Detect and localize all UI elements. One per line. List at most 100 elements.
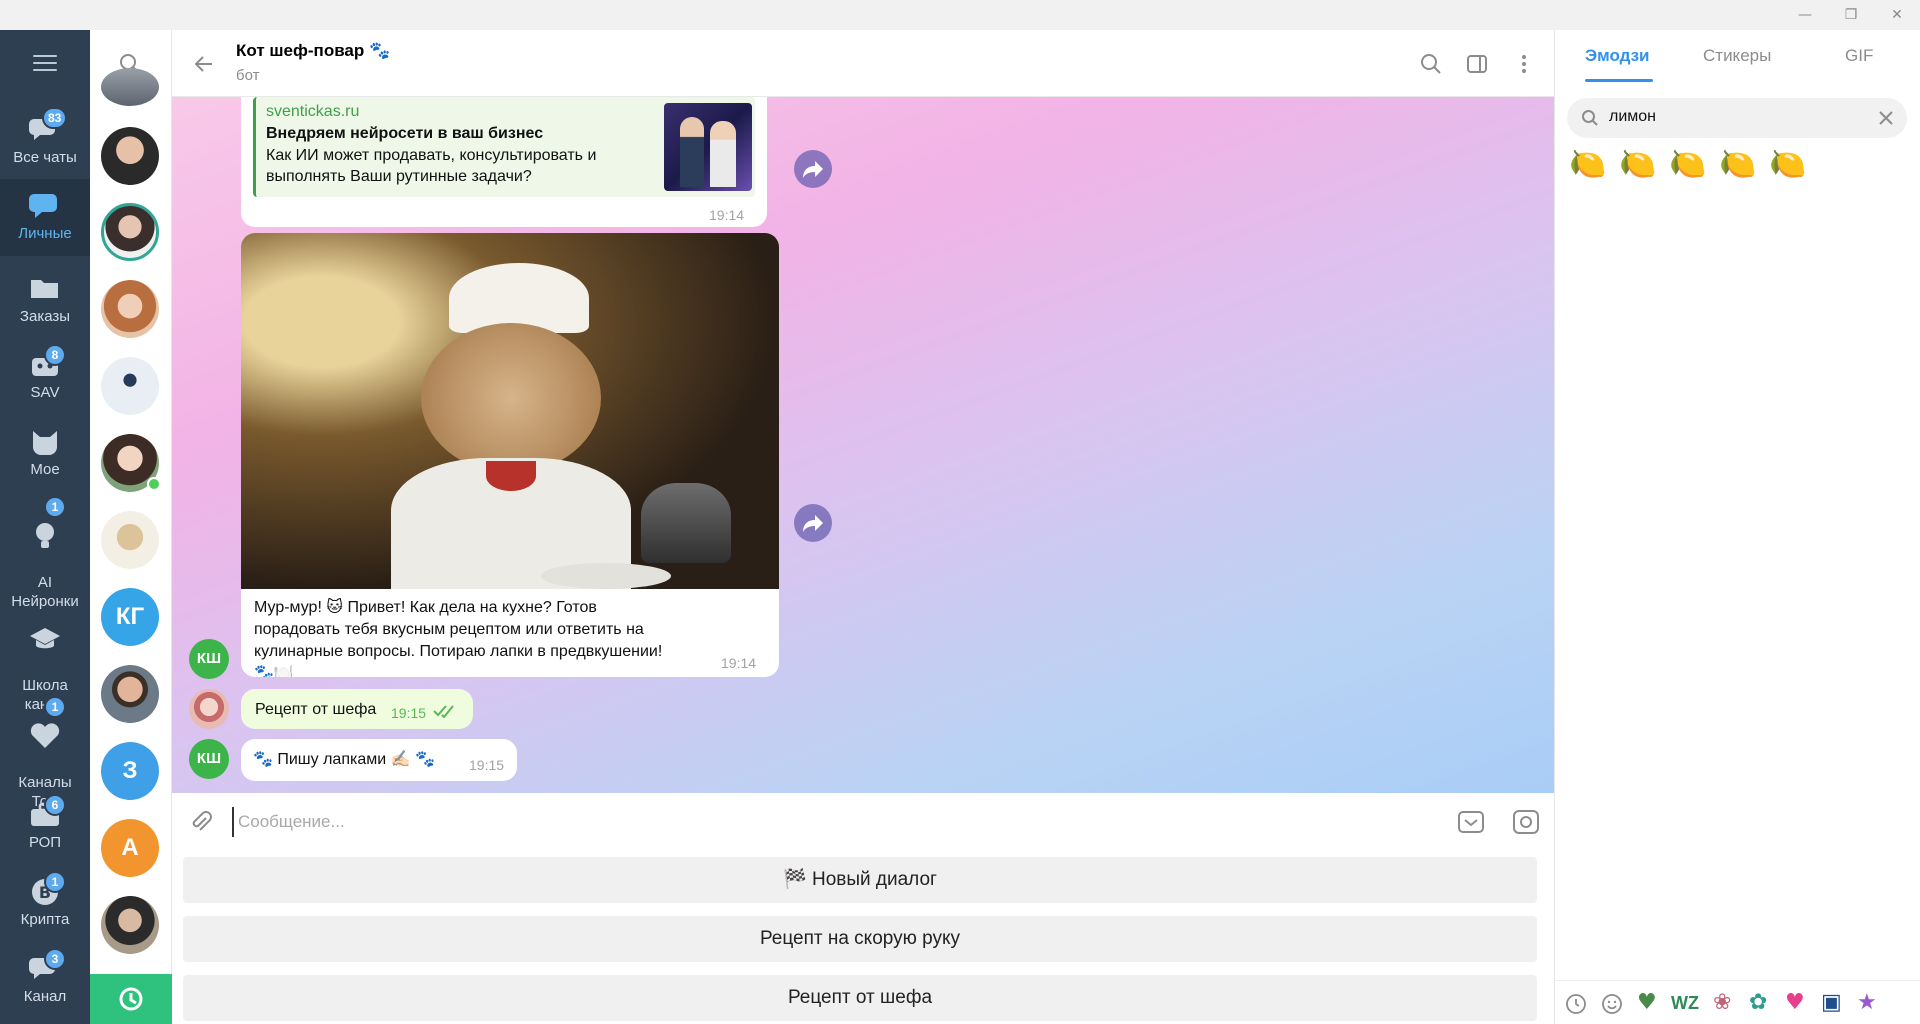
sticker-pack-icon[interactable]: ★ (1857, 991, 1877, 1015)
emoji-search-value[interactable]: лимон (1609, 108, 1656, 126)
chat-avatar-selected[interactable] (101, 203, 159, 261)
chat-title[interactable]: Кот шеф-повар 🐾 (236, 41, 390, 61)
folder-label: SAV (30, 384, 60, 401)
unread-badge: 83 (42, 107, 68, 129)
bot-avatar[interactable]: КШ (189, 739, 229, 779)
unread-badge: 8 (44, 344, 66, 366)
message-time: 19:15 (391, 705, 427, 721)
cat-head-shape (421, 323, 601, 473)
unread-badge: 6 (44, 794, 66, 816)
emoji-search-field[interactable]: лимон (1567, 98, 1907, 138)
folder-ai[interactable]: AI Нейронки 1 (0, 490, 90, 610)
unread-badge: 3 (44, 948, 66, 970)
preview-description: Как ИИ может продавать, консультировать … (266, 147, 597, 185)
quick-recipe-button[interactable]: Рецепт на скорую руку (183, 916, 1537, 962)
search-in-chat-icon[interactable] (1419, 52, 1443, 76)
refresh-icon (119, 987, 143, 1011)
folder-school[interactable]: Школа канал (0, 593, 90, 713)
forward-button[interactable] (794, 150, 832, 188)
chat-list: КГ З А (90, 30, 172, 1024)
close-window-button[interactable]: ✕ (1874, 0, 1920, 30)
message-input[interactable] (232, 807, 1412, 837)
emoji-result[interactable]: 🍋 (1719, 145, 1756, 185)
emoji-result[interactable]: 🍋 (1619, 145, 1656, 185)
tab-stickers[interactable]: Стикеры (1703, 46, 1771, 66)
unread-badge: 1 (44, 696, 66, 718)
chat-avatar[interactable] (101, 665, 159, 723)
forward-button[interactable] (794, 504, 832, 542)
folder-label: Мое (30, 461, 60, 478)
video-message-icon[interactable] (1512, 808, 1540, 836)
incoming-message: 🐾 Пишу лапками ✍🏻 🐾 19:15 (241, 739, 517, 781)
thumbnail-person (680, 117, 704, 187)
new-dialog-button[interactable]: 🏁 Новый диалог (183, 857, 1537, 903)
emoji-categories-bar: ♥ WZ ❀ ✿ ♥ ▣ ★ (1555, 980, 1920, 1024)
bot-keyboard: 🏁 Новый диалог Рецепт на скорую руку Рец… (172, 851, 1554, 1024)
bot-keyboard-icon[interactable] (1457, 808, 1485, 836)
chat-avatar[interactable] (101, 68, 159, 106)
smile-icon[interactable] (1601, 993, 1623, 1015)
chat-avatar[interactable] (101, 357, 159, 415)
my-avatar[interactable] (189, 689, 229, 729)
chat-avatar[interactable] (101, 511, 159, 569)
folder-channels-tom[interactable]: Каналы Том 1 (0, 690, 90, 810)
thumbnail-person (710, 121, 736, 187)
window-titlebar: — ❐ ✕ (0, 0, 1920, 30)
photo-message: Мур-мур! 🐱 Привет! Как дела на кухне? Го… (241, 233, 779, 677)
chat-avatar[interactable] (101, 127, 159, 185)
folder-label: Заказы (19, 308, 71, 325)
chat-avatar[interactable] (101, 896, 159, 954)
chat-avatar-z[interactable]: З (101, 742, 159, 800)
bot-avatar[interactable]: КШ (189, 639, 229, 679)
plate-shape (541, 563, 671, 589)
clear-search-icon[interactable] (1879, 111, 1893, 125)
online-indicator (147, 477, 161, 491)
chat-avatar-a[interactable]: А (101, 819, 159, 877)
folder-rop[interactable]: РОП 6 (0, 788, 90, 863)
attach-icon[interactable] (188, 809, 214, 835)
chat-avatar[interactable] (101, 280, 159, 338)
chef-recipe-button[interactable]: Рецепт от шефа (183, 975, 1537, 1021)
sidebar-toggle-icon[interactable] (1465, 52, 1489, 76)
chat-messages[interactable]: sventickas.ru Внедряем нейросети в ваш б… (172, 97, 1554, 793)
message-composer (172, 793, 1554, 851)
chef-cat-photo[interactable] (241, 233, 779, 589)
sticker-pack-icon[interactable]: ♥ (1637, 991, 1657, 1015)
restore-button[interactable]: ❐ (1828, 0, 1874, 30)
sticker-pack-icon[interactable]: ✿ (1749, 991, 1767, 1015)
folder-sav[interactable]: SAV 8 (0, 338, 90, 410)
tab-emoji[interactable]: Эмодзи (1585, 46, 1650, 66)
chat-avatar-kg[interactable]: КГ (101, 588, 159, 646)
preview-title: Внедряем нейросети в ваш бизнес (266, 125, 544, 142)
heart-icon (30, 723, 60, 748)
folder-all-chats[interactable]: Все чаты 83 (0, 103, 90, 179)
minimize-button[interactable]: — (1782, 0, 1828, 30)
sticker-pack-icon[interactable]: ❀ (1713, 991, 1731, 1015)
recent-icon[interactable] (1565, 993, 1587, 1015)
folder-orders[interactable]: Заказы (0, 262, 90, 334)
preview-thumbnail (664, 103, 752, 191)
message-time: 19:15 (469, 757, 505, 773)
folder-crypto[interactable]: B Крипта 1 (0, 865, 90, 940)
folder-label: Все чаты (13, 149, 77, 166)
sticker-pack-icon[interactable]: ♥ (1785, 991, 1805, 1015)
graduation-cap-icon (30, 628, 60, 649)
menu-icon[interactable] (33, 55, 57, 73)
outgoing-message: Рецепт от шефа 19:15 (241, 689, 473, 729)
sticker-pack-icon[interactable]: ▣ (1821, 991, 1842, 1015)
person-chat-icon (29, 194, 57, 218)
link-preview[interactable]: sventickas.ru Внедряем нейросети в ваш б… (253, 97, 755, 197)
app-shortcut-tile[interactable] (90, 974, 172, 1024)
message-time: 19:14 (721, 655, 757, 671)
folder-mine[interactable]: Мое (0, 415, 90, 487)
emoji-result[interactable]: 🍋 (1769, 145, 1806, 185)
folder-personal[interactable]: Личные (0, 179, 90, 256)
tab-gif[interactable]: GIF (1845, 46, 1873, 66)
more-options-icon[interactable] (1512, 52, 1536, 76)
back-arrow-icon[interactable] (192, 52, 216, 76)
folder-channel[interactable]: Канал 3 (0, 942, 90, 1017)
emoji-result[interactable]: 🍋 (1569, 145, 1606, 185)
emoji-result[interactable]: 🍋 (1669, 145, 1706, 185)
sticker-pack-icon[interactable]: WZ (1671, 991, 1699, 1015)
message-time: 19:14 (709, 207, 745, 223)
